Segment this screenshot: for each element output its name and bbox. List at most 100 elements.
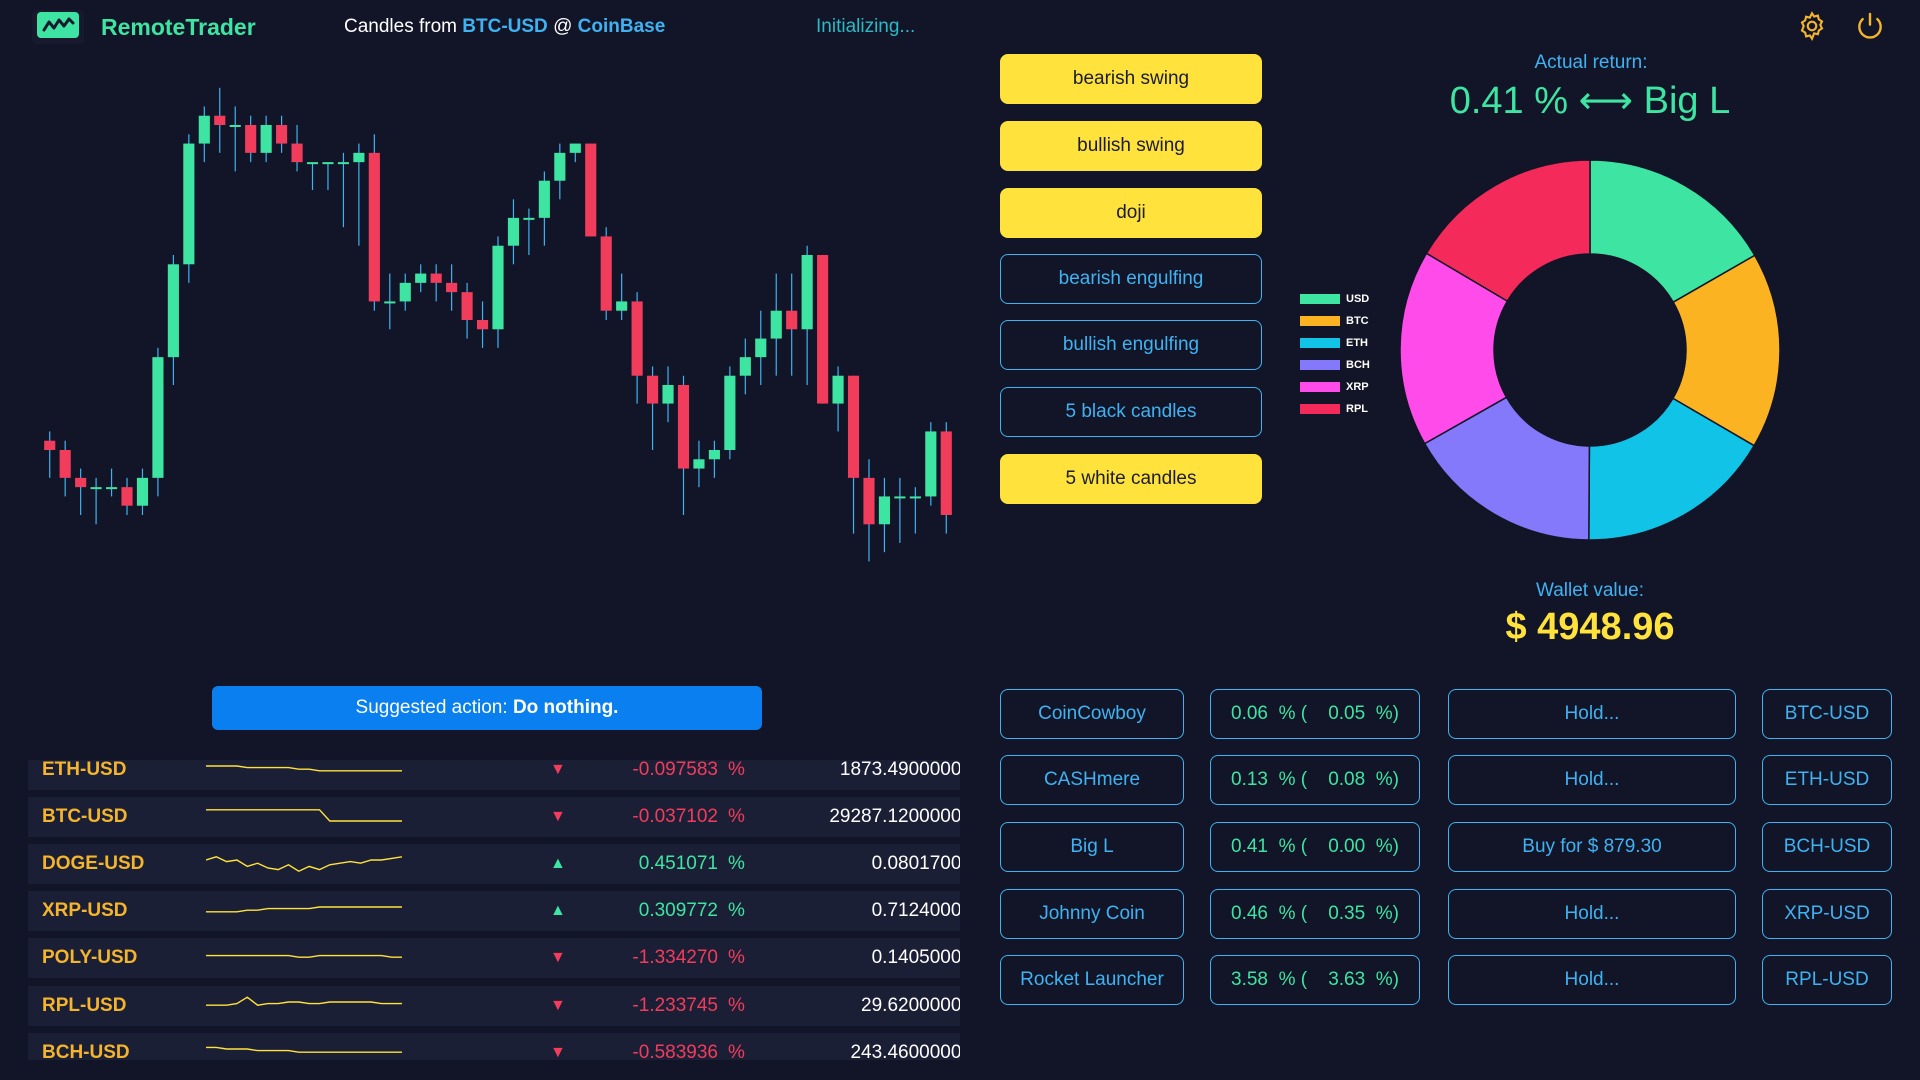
- trader-action-button[interactable]: Hold...: [1448, 889, 1736, 939]
- candle: [152, 347, 164, 497]
- ticker-row[interactable]: ETH-USD ▼ -0.097583% 1873.49000000: [28, 760, 960, 790]
- ticker-change: 0.309772: [638, 900, 718, 921]
- trader-name-button[interactable]: CASHmere: [1000, 755, 1184, 805]
- pattern-button-5[interactable]: 5 black candles: [1000, 387, 1262, 437]
- candle: [368, 134, 380, 311]
- trader-return[interactable]: 0.46 % ( 0.35 %): [1210, 889, 1420, 939]
- source-pair: BTC-USD: [462, 16, 548, 37]
- ticker-sparkline: [206, 809, 402, 822]
- trader-action: Buy for $ 879.30: [1522, 836, 1662, 857]
- legend-item[interactable]: ETH: [1300, 332, 1370, 354]
- settings-button[interactable]: [1794, 10, 1830, 46]
- candle-body-bearish: [863, 477, 875, 525]
- return-value: 0.41 % ⟷ Big L: [1400, 78, 1780, 123]
- trader-pair-button[interactable]: BCH-USD: [1762, 822, 1892, 872]
- ticker-change: -0.097583: [632, 760, 718, 780]
- candle: [121, 477, 133, 515]
- trader-return[interactable]: 0.06 % ( 0.05 %): [1210, 689, 1420, 739]
- trader-name-button[interactable]: Johnny Coin: [1000, 889, 1184, 939]
- candle-body-bearish: [245, 125, 257, 153]
- trader-pair-button[interactable]: RPL-USD: [1762, 955, 1892, 1005]
- candle: [492, 236, 504, 348]
- ticker-row[interactable]: XRP-USD▲0.309772%0.71240000: [28, 891, 960, 931]
- trader-pair-button[interactable]: BTC-USD: [1762, 689, 1892, 739]
- allocation-donut-chart: [1400, 160, 1780, 540]
- ticker-row[interactable]: DOGE-USD▲0.451071%0.08017000: [28, 844, 960, 884]
- candle: [832, 366, 844, 432]
- power-button[interactable]: [1852, 10, 1888, 46]
- candle: [446, 264, 458, 311]
- trader-name-button[interactable]: Rocket Launcher: [1000, 955, 1184, 1005]
- legend-item[interactable]: BCH: [1300, 354, 1370, 376]
- status-text: Initializing...: [816, 16, 916, 37]
- trader-name-button[interactable]: Big L: [1000, 822, 1184, 872]
- candle: [59, 440, 71, 497]
- ticker-price: 0.71240000: [871, 900, 960, 921]
- candle-body-bullish: [801, 255, 813, 330]
- candle-body-bullish: [739, 357, 751, 376]
- ticker-list[interactable]: ETH-USD ▼ -0.097583% 1873.49000000 BTC-USD ▼ -…: [28, 760, 960, 1060]
- trader-pair-button[interactable]: XRP-USD: [1762, 889, 1892, 939]
- trader-pair-button[interactable]: ETH-USD: [1762, 755, 1892, 805]
- candle-body-bullish: [693, 459, 705, 469]
- candle: [507, 199, 520, 265]
- candle-body-bearish: [291, 143, 303, 163]
- legend-item[interactable]: USD: [1300, 288, 1370, 310]
- candle-body-bearish: [677, 385, 690, 469]
- candle-body-bullish: [167, 264, 179, 358]
- trader-action-button[interactable]: Hold...: [1448, 689, 1736, 739]
- ticker-row[interactable]: BCH-USD ▼ -0.583936% 243.46000000: [28, 1033, 960, 1060]
- ticker-row[interactable]: POLY-USD▼-1.334270%0.14050000: [28, 938, 960, 978]
- legend-item[interactable]: BTC: [1300, 310, 1370, 332]
- pattern-button-0[interactable]: bearish swing: [1000, 54, 1262, 104]
- candle: [801, 245, 813, 385]
- pattern-button-4[interactable]: bullish engulfing: [1000, 320, 1262, 370]
- trader-return[interactable]: 0.13 % ( 0.08 %): [1210, 755, 1420, 805]
- trader-return-secondary-unit: %): [1375, 836, 1399, 857]
- pattern-button-1[interactable]: bullish swing: [1000, 121, 1262, 171]
- candle: [662, 366, 674, 423]
- trader-action-button[interactable]: Buy for $ 879.30: [1448, 822, 1736, 872]
- candle-body-bullish: [337, 162, 349, 165]
- legend-item[interactable]: RPL: [1300, 398, 1370, 420]
- legend-item[interactable]: XRP: [1300, 376, 1370, 398]
- source-at: @: [553, 16, 573, 37]
- candle: [739, 338, 751, 395]
- candle: [44, 431, 56, 478]
- trader-action-button[interactable]: Hold...: [1448, 955, 1736, 1005]
- candle: [461, 282, 473, 339]
- trader-action: Hold...: [1564, 969, 1620, 990]
- candle: [136, 468, 149, 515]
- pattern-button-2[interactable]: doji: [1000, 188, 1262, 238]
- candle: [569, 143, 581, 163]
- triangle-down-icon: ▼: [550, 761, 566, 778]
- triangle-down-icon: ▼: [550, 1044, 566, 1060]
- sparkline-path: [206, 809, 402, 822]
- candle: [631, 292, 643, 404]
- trader-return-value: 0.13: [1231, 769, 1268, 790]
- ticker-row[interactable]: BTC-USD ▼ -0.037102% 29287.12000000: [28, 797, 960, 837]
- candle: [878, 477, 891, 553]
- ticker-row[interactable]: RPL-USD▼-1.233745%29.62000000: [28, 986, 960, 1026]
- trader-return-unit: % (: [1278, 769, 1308, 790]
- pattern-button-6[interactable]: 5 white candles: [1000, 454, 1262, 504]
- candle: [847, 375, 860, 534]
- trader-return[interactable]: 0.41 % ( 0.00 %): [1210, 822, 1420, 872]
- pattern-button-3[interactable]: bearish engulfing: [1000, 254, 1262, 304]
- candle: [306, 162, 319, 190]
- ticker-price: 29.62000000: [861, 995, 960, 1016]
- trader-return[interactable]: 3.58 % ( 3.63 %): [1210, 955, 1420, 1005]
- candle-body-bearish: [786, 310, 798, 330]
- sparkline-path: [206, 856, 402, 872]
- candle: [600, 227, 612, 320]
- trader-name-button[interactable]: CoinCowboy: [1000, 689, 1184, 739]
- sparkline-path: [206, 996, 402, 1006]
- wallet-value: $ 4948.96: [1505, 606, 1675, 648]
- candle-body-bullish: [353, 152, 365, 163]
- candle-body-bullish: [755, 338, 767, 358]
- trader-return-secondary-unit: %): [1375, 903, 1399, 924]
- candle: [786, 273, 798, 376]
- ticker-symbol: DOGE-USD: [42, 853, 145, 874]
- triangle-up-icon: ▲: [550, 855, 566, 872]
- trader-action-button[interactable]: Hold...: [1448, 755, 1736, 805]
